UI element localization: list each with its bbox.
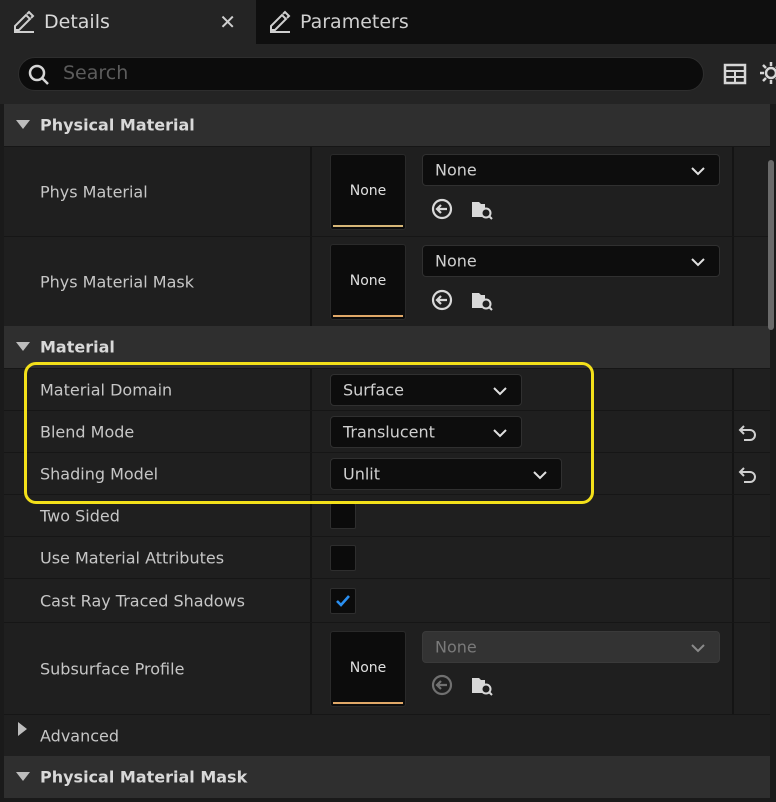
browse-asset-icon[interactable] [470,288,494,312]
reset-to-default-icon[interactable] [738,422,758,442]
expand-arrow-icon [16,342,30,351]
highlight-box [24,362,594,504]
section-physical-material-mask[interactable]: Physical Material Mask [4,756,770,798]
column-divider [732,369,734,411]
table-view-icon[interactable] [723,62,747,86]
use-material-attributes-checkbox[interactable] [330,545,356,571]
property-cast-ray-traced-shadows: Cast Ray Traced Shadows [4,578,770,623]
column-divider [732,237,734,327]
column-divider [732,495,734,537]
tab-parameters-label: Parameters [300,11,409,33]
section-physical-material[interactable]: Physical Material [4,104,770,146]
thumbnail-label: None [349,273,387,289]
search-icon [28,64,49,85]
expand-arrow-icon [16,772,30,781]
section-advanced[interactable]: Advanced [4,714,770,757]
column-divider [732,411,734,453]
thumbnail-bar [333,225,403,227]
property-label: Use Material Attributes [40,548,225,568]
browse-asset-icon[interactable] [470,197,494,221]
use-selected-asset-icon[interactable] [430,197,454,221]
chevron-down-icon [691,258,705,267]
checkmark-icon [336,595,350,607]
search-input[interactable]: Search [18,57,704,91]
column-divider [732,579,734,623]
column-divider [732,453,734,495]
section-title: Advanced [40,726,120,746]
chevron-down-icon [691,644,705,653]
close-tab-button[interactable]: ✕ [219,10,236,34]
tab-details[interactable]: Details ✕ [0,0,256,44]
cast-ray-traced-shadows-checkbox[interactable] [330,588,356,614]
column-divider [732,147,734,237]
dropdown-value: None [435,251,477,271]
reset-to-default-icon[interactable] [738,464,758,484]
asset-thumbnail[interactable]: None [330,154,406,230]
property-label: Phys Material [40,182,148,202]
tab-parameters[interactable]: Parameters [256,0,776,44]
property-phys-material: Phys Material None None [4,146,770,237]
asset-thumbnail[interactable]: None [330,244,406,320]
property-label: Two Sided [40,506,120,526]
search-row: Search [0,44,776,104]
settings-gear-icon[interactable] [758,60,776,86]
property-label: Phys Material Mask [40,272,194,292]
dropdown-value: None [435,637,477,657]
property-phys-material-mask: Phys Material Mask None None [4,236,770,327]
column-divider [310,579,312,623]
section-title: Physical Material [40,115,195,135]
asset-picker-dropdown[interactable]: None [422,154,720,186]
thumbnail-label: None [349,183,387,199]
column-divider [732,623,734,715]
property-subsurface-profile: Subsurface Profile None None [4,622,770,715]
section-title: Material [40,337,115,357]
property-use-material-attributes: Use Material Attributes [4,536,770,579]
tab-bar: Details ✕ Parameters [0,0,776,44]
collapsed-arrow-icon [18,722,27,736]
property-label: Cast Ray Traced Shadows [40,591,245,611]
column-divider [310,537,312,579]
two-sided-checkbox[interactable] [330,503,356,529]
expand-arrow-icon [16,120,30,129]
scrollbar[interactable] [768,160,774,330]
dropdown-value: None [435,160,477,180]
thumbnail-bar [333,702,403,704]
thumbnail-label: None [349,660,387,676]
property-label: Subsurface Profile [40,659,185,679]
edit-icon [14,10,35,33]
tab-details-label: Details [44,11,110,33]
browse-asset-icon[interactable] [470,673,494,697]
section-title: Physical Material Mask [40,767,248,787]
use-selected-asset-icon [431,674,453,696]
edit-icon [270,10,291,33]
asset-picker-dropdown: None [422,631,720,663]
column-divider [732,537,734,579]
chevron-down-icon [691,167,705,176]
search-placeholder: Search [63,62,129,84]
use-selected-asset-icon[interactable] [430,288,454,312]
column-divider [310,623,312,715]
column-divider [310,147,312,237]
thumbnail-bar [333,315,403,317]
asset-picker-dropdown[interactable]: None [422,245,720,277]
asset-thumbnail[interactable]: None [330,631,406,707]
column-divider [310,237,312,327]
